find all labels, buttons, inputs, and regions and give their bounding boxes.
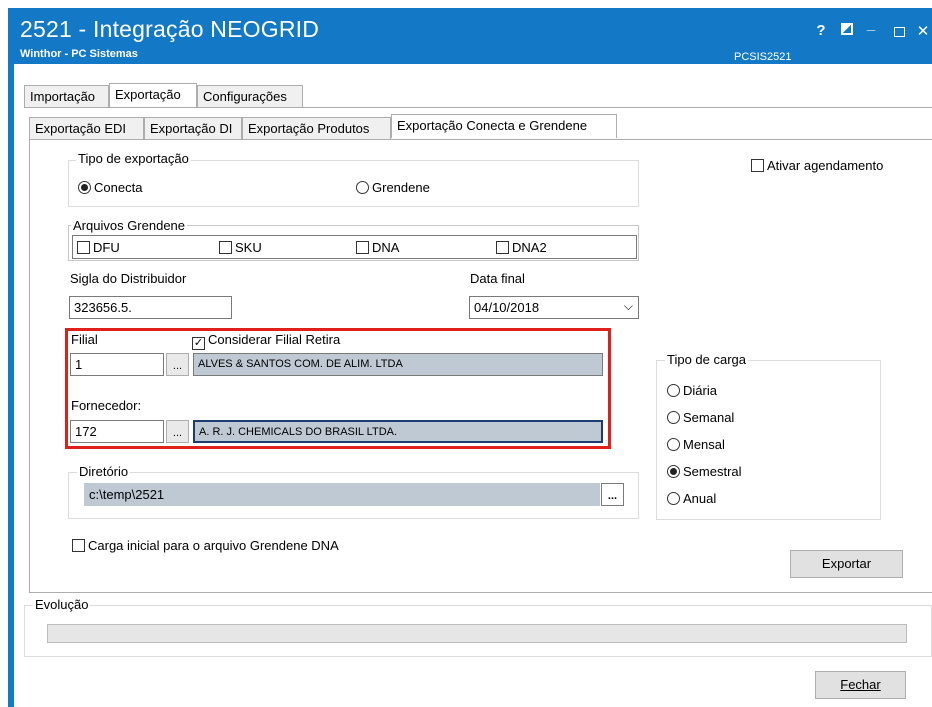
- radio-grendene-label: Grendene: [372, 180, 430, 195]
- checkbox-dna2[interactable]: DNA2: [496, 240, 547, 255]
- theme-icon[interactable]: [838, 22, 856, 39]
- window-border: [8, 64, 14, 707]
- radio-semanal[interactable]: Semanal: [667, 410, 734, 425]
- fechar-label: Fechar: [840, 677, 881, 692]
- exportar-button[interactable]: Exportar: [790, 550, 903, 578]
- fornecedor-label: Fornecedor:: [71, 398, 142, 413]
- checkbox-dna-label: DNA: [372, 240, 400, 255]
- checkmark-icon: ✓: [192, 337, 205, 350]
- fornecedor-code-input[interactable]: 172: [70, 420, 164, 443]
- maximize-icon[interactable]: [890, 24, 908, 41]
- chevron-down-icon[interactable]: ⌵: [624, 299, 633, 314]
- tab-exportacao-conecta-grendene[interactable]: Exportação Conecta e Grendene: [391, 114, 617, 138]
- radio-conecta-label: Conecta: [94, 180, 143, 195]
- radio-semanal-label: Semanal: [683, 410, 735, 425]
- checkbox-dfu-label: DFU: [93, 240, 120, 255]
- fornecedor-name-field: A. R. J. CHEMICALS DO BRASIL LTDA.: [193, 420, 603, 443]
- tab-importacao[interactable]: Importação: [24, 85, 109, 107]
- checkbox-icon: [72, 539, 85, 552]
- radio-grendene[interactable]: Grendene: [356, 180, 430, 195]
- radio-unselected-icon: [667, 492, 680, 505]
- checkbox-dna[interactable]: DNA: [356, 240, 399, 255]
- considerar-filial-retira-checkbox[interactable]: ✓ Considerar Filial Retira: [192, 332, 340, 350]
- evolucao-label: Evolução: [33, 597, 91, 612]
- considerar-filial-retira-label: Considerar Filial Retira: [208, 332, 341, 347]
- radio-diaria[interactable]: Diária: [667, 383, 717, 398]
- radio-unselected-icon: [667, 411, 680, 424]
- minimize-icon[interactable]: _: [862, 16, 880, 33]
- tab-exportacao-produtos[interactable]: Exportação Produtos: [242, 117, 391, 139]
- window-title: 2521 - Integração NEOGRID: [20, 16, 320, 42]
- checkbox-icon: [496, 241, 509, 254]
- sigla-distribuidor-label: Sigla do Distribuidor: [70, 271, 187, 286]
- radio-semestral[interactable]: Semestral: [667, 464, 742, 479]
- panel-border: [29, 139, 30, 593]
- diretorio-input[interactable]: c:\temp\2521: [84, 483, 600, 506]
- close-icon[interactable]: ✕: [914, 22, 932, 40]
- radio-anual-label: Anual: [683, 491, 717, 506]
- filial-name-field: ALVES & SANTOS COM. DE ALIM. LTDA: [193, 353, 603, 376]
- tab-configuracoes[interactable]: Configurações: [197, 85, 303, 107]
- help-button[interactable]: ?: [812, 22, 830, 39]
- tipo-exportacao-group: [68, 160, 639, 207]
- ativar-agendamento-label: Ativar agendamento: [767, 158, 884, 173]
- data-final-value: 04/10/2018: [474, 300, 540, 315]
- tab-divider: [29, 139, 932, 140]
- checkbox-dfu[interactable]: DFU: [77, 240, 120, 255]
- window-subtitle: Winthor - PC Sistemas: [20, 48, 138, 60]
- radio-anual[interactable]: Anual: [667, 491, 716, 506]
- arquivos-grendene-list: [72, 235, 637, 259]
- tab-exportacao-edi[interactable]: Exportação EDI: [29, 117, 144, 139]
- checkbox-sku-label: SKU: [235, 240, 262, 255]
- radio-unselected-icon: [667, 384, 680, 397]
- tab-exportacao-di[interactable]: Exportação DI: [144, 117, 242, 139]
- fechar-button[interactable]: Fechar: [815, 671, 906, 699]
- radio-selected-icon: [78, 181, 91, 194]
- checkbox-sku[interactable]: SKU: [219, 240, 262, 255]
- tab-exportacao[interactable]: Exportação: [109, 83, 197, 107]
- checkbox-icon: [751, 159, 764, 172]
- tab-divider: [24, 107, 932, 108]
- radio-mensal-label: Mensal: [683, 437, 725, 452]
- progress-bar: [47, 624, 907, 643]
- sigla-distribuidor-input[interactable]: 323656.5.: [69, 296, 232, 319]
- radio-conecta[interactable]: Conecta: [78, 180, 142, 195]
- radio-mensal[interactable]: Mensal: [667, 437, 725, 452]
- radio-unselected-icon: [356, 181, 369, 194]
- routine-code: PCSIS2521: [734, 51, 792, 63]
- fornecedor-lookup-button[interactable]: ...: [166, 420, 189, 443]
- data-final-label: Data final: [470, 271, 525, 286]
- checkbox-icon: [77, 241, 90, 254]
- carga-inicial-checkbox[interactable]: Carga inicial para o arquivo Grendene DN…: [72, 538, 339, 553]
- ativar-agendamento-checkbox[interactable]: Ativar agendamento: [751, 158, 883, 173]
- checkbox-icon: [219, 241, 232, 254]
- diretorio-label: Diretório: [77, 464, 131, 479]
- radio-diaria-label: Diária: [683, 383, 717, 398]
- radio-semestral-label: Semestral: [683, 464, 742, 479]
- data-final-picker[interactable]: 04/10/2018 ⌵: [469, 296, 639, 319]
- diretorio-browse-button[interactable]: ...: [601, 483, 624, 506]
- checkbox-icon: [356, 241, 369, 254]
- carga-inicial-label: Carga inicial para o arquivo Grendene DN…: [88, 538, 339, 553]
- tipo-exportacao-label: Tipo de exportação: [76, 151, 191, 166]
- filial-lookup-button[interactable]: ...: [166, 353, 189, 376]
- tipo-carga-label: Tipo de carga: [665, 352, 749, 367]
- radio-selected-icon: [667, 465, 680, 478]
- filial-code-input[interactable]: 1: [70, 353, 164, 376]
- arquivos-grendene-label: Arquivos Grendene: [71, 218, 188, 233]
- window-titlebar[interactable]: 2521 - Integração NEOGRID Winthor - PC S…: [8, 8, 932, 64]
- radio-unselected-icon: [667, 438, 680, 451]
- filial-label: Filial: [71, 332, 98, 347]
- checkbox-dna2-label: DNA2: [512, 240, 547, 255]
- panel-border: [29, 592, 932, 593]
